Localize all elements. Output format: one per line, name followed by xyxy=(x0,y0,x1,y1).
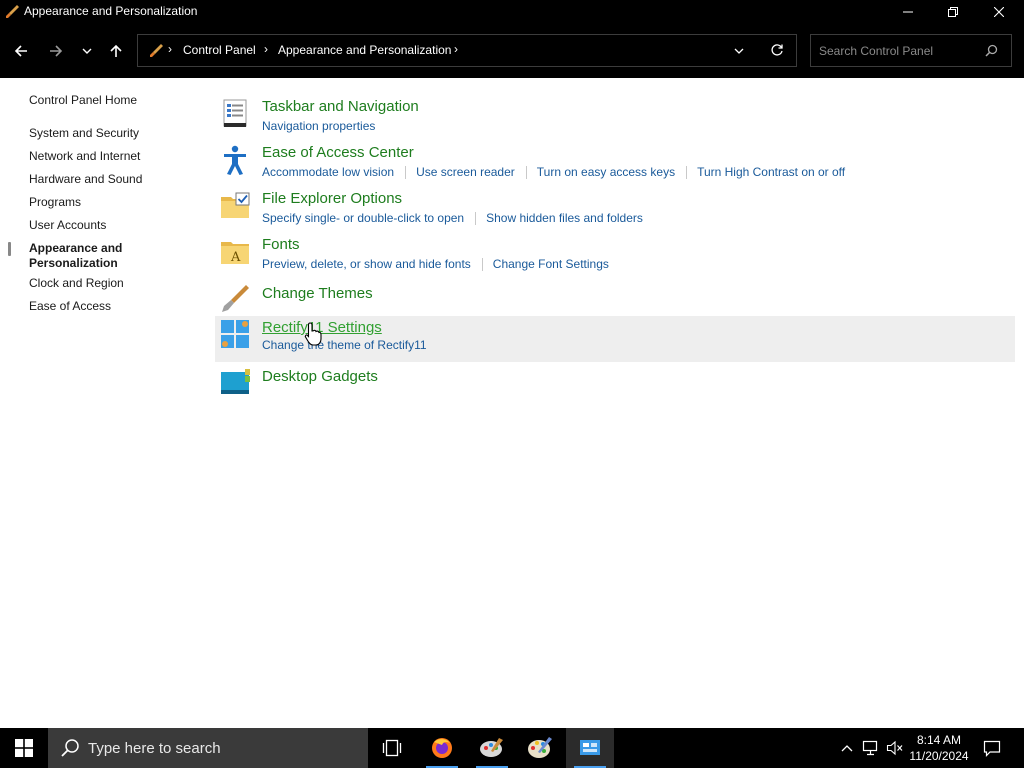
chevron-up-icon xyxy=(841,745,853,752)
close-button[interactable] xyxy=(976,0,1022,24)
breadcrumb-separator-icon: › xyxy=(454,42,458,56)
forward-button[interactable] xyxy=(44,39,68,63)
category-ease-of-access-center: Ease of Access Center Accommodate low vi… xyxy=(215,142,1015,182)
breadcrumb-separator-icon: › xyxy=(264,42,268,56)
windows-logo-icon xyxy=(15,739,33,757)
folder-options-icon xyxy=(219,190,251,222)
title-bar: Appearance and Personalization xyxy=(0,0,1024,24)
gadgets-icon xyxy=(219,366,251,398)
category-file-explorer-options: File Explorer Options Specify single- or… xyxy=(215,188,1015,228)
paint-icon xyxy=(480,738,503,757)
paintbrush-icon xyxy=(4,4,20,20)
control-panel-taskbar-button[interactable] xyxy=(566,728,614,768)
sidebar-item-label-line2: Personalization xyxy=(29,256,118,270)
task-view-button[interactable] xyxy=(368,728,416,768)
single-double-click-link[interactable]: Specify single- or double-click to open xyxy=(262,211,464,225)
link-divider xyxy=(405,166,407,179)
taskbar-search-box[interactable]: Type here to search xyxy=(48,728,368,768)
search-placeholder: Search Control Panel xyxy=(819,44,934,58)
easy-access-keys-link[interactable]: Turn on easy access keys xyxy=(537,165,675,179)
sidebar-item-clock-region[interactable]: Clock and Region xyxy=(29,276,124,290)
search-icon[interactable] xyxy=(985,44,998,62)
sidebar-item-programs[interactable]: Programs xyxy=(29,195,81,209)
recent-locations-chevron-icon[interactable] xyxy=(75,39,99,63)
change-rectify11-theme-link[interactable]: Change the theme of Rectify11 xyxy=(262,338,427,352)
link-divider xyxy=(686,166,688,179)
restore-button[interactable] xyxy=(930,0,976,24)
sidebar-item-system-security[interactable]: System and Security xyxy=(29,126,139,140)
accommodate-low-vision-link[interactable]: Accommodate low vision xyxy=(262,165,394,179)
category-change-themes: Change Themes xyxy=(215,280,1015,314)
use-screen-reader-link[interactable]: Use screen reader xyxy=(416,165,515,179)
palette-taskbar-button[interactable] xyxy=(516,728,564,768)
breadcrumb-separator-icon: › xyxy=(168,42,172,56)
palette-icon xyxy=(528,737,552,758)
category-taskbar-navigation: Taskbar and Navigation Navigation proper… xyxy=(215,96,1015,136)
accessibility-icon xyxy=(219,144,251,176)
start-button[interactable] xyxy=(0,728,48,768)
svg-text:A: A xyxy=(230,250,241,265)
fonts-folder-icon: A xyxy=(219,236,251,268)
sidebar-item-user-accounts[interactable]: User Accounts xyxy=(29,218,106,232)
breadcrumb-control-panel[interactable]: Control Panel xyxy=(183,43,256,57)
show-hidden-icons-button[interactable] xyxy=(836,728,858,768)
category-heading[interactable]: Desktop Gadgets xyxy=(262,368,378,385)
active-item-indicator xyxy=(8,242,11,256)
preview-fonts-link[interactable]: Preview, delete, or show and hide fonts xyxy=(262,257,471,271)
category-heading[interactable]: Ease of Access Center xyxy=(262,144,414,161)
taskbar-icon xyxy=(219,98,251,130)
hand-cursor-icon xyxy=(304,322,322,351)
notifications-button[interactable] xyxy=(978,728,1006,768)
notification-icon xyxy=(983,740,1001,757)
minimize-button[interactable] xyxy=(885,0,931,24)
paintbrush-icon xyxy=(219,282,251,314)
clock-time: 8:14 AM xyxy=(916,733,962,747)
sidebar-item-label-line1: Appearance and xyxy=(29,241,123,255)
breadcrumb-appearance[interactable]: Appearance and Personalization xyxy=(278,43,451,57)
address-bar[interactable]: › Control Panel › Appearance and Persona… xyxy=(137,34,797,67)
address-dropdown-icon[interactable] xyxy=(733,44,745,62)
rectify11-icon xyxy=(219,318,251,350)
taskbar: Type here to search 8:14 AM 11/20/2024 xyxy=(0,728,1024,768)
firefox-taskbar-button[interactable] xyxy=(418,728,466,768)
window-title: Appearance and Personalization xyxy=(24,4,198,18)
paintbrush-icon xyxy=(148,43,164,64)
back-button[interactable] xyxy=(9,39,33,63)
sidebar-item-hardware-sound[interactable]: Hardware and Sound xyxy=(29,172,142,186)
up-button[interactable] xyxy=(104,39,128,63)
link-divider xyxy=(481,258,483,271)
category-desktop-gadgets: Desktop Gadgets xyxy=(215,364,1015,398)
refresh-icon[interactable] xyxy=(770,43,784,62)
control-panel-home-link[interactable]: Control Panel Home xyxy=(29,93,137,107)
link-divider xyxy=(475,212,477,225)
category-fonts: A Fonts Preview, delete, or show and hid… xyxy=(215,234,1015,274)
network-icon xyxy=(862,740,878,756)
clock-date: 11/20/2024 xyxy=(909,749,969,763)
change-font-settings-link[interactable]: Change Font Settings xyxy=(493,257,609,271)
navigation-properties-link[interactable]: Navigation properties xyxy=(262,119,375,133)
link-divider xyxy=(525,166,527,179)
high-contrast-link[interactable]: Turn High Contrast on or off xyxy=(697,165,845,179)
category-heading[interactable]: File Explorer Options xyxy=(262,190,402,207)
network-tray-button[interactable] xyxy=(860,728,882,768)
category-heading[interactable]: Taskbar and Navigation xyxy=(262,98,419,115)
task-view-icon xyxy=(382,739,402,757)
taskbar-search-placeholder: Type here to search xyxy=(88,740,221,757)
category-heading[interactable]: Fonts xyxy=(262,236,300,253)
category-rectify11-settings: Rectify11 Settings Change the theme of R… xyxy=(215,316,1015,362)
category-heading[interactable]: Change Themes xyxy=(262,285,373,302)
paint-taskbar-button[interactable] xyxy=(468,728,516,768)
firefox-icon xyxy=(432,738,452,758)
control-panel-icon xyxy=(580,740,600,755)
sidebar-item-network-internet[interactable]: Network and Internet xyxy=(29,149,140,163)
show-hidden-files-link[interactable]: Show hidden files and folders xyxy=(486,211,643,225)
sidebar-item-ease-of-access[interactable]: Ease of Access xyxy=(29,299,111,313)
search-control-panel-input[interactable]: Search Control Panel xyxy=(810,34,1012,67)
sidebar-item-appearance-personalization[interactable]: Appearance and Personalization xyxy=(29,241,122,271)
taskbar-clock[interactable]: 8:14 AM 11/20/2024 xyxy=(902,732,976,764)
search-icon xyxy=(60,738,80,763)
navigation-bar: › Control Panel › Appearance and Persona… xyxy=(0,24,1024,78)
